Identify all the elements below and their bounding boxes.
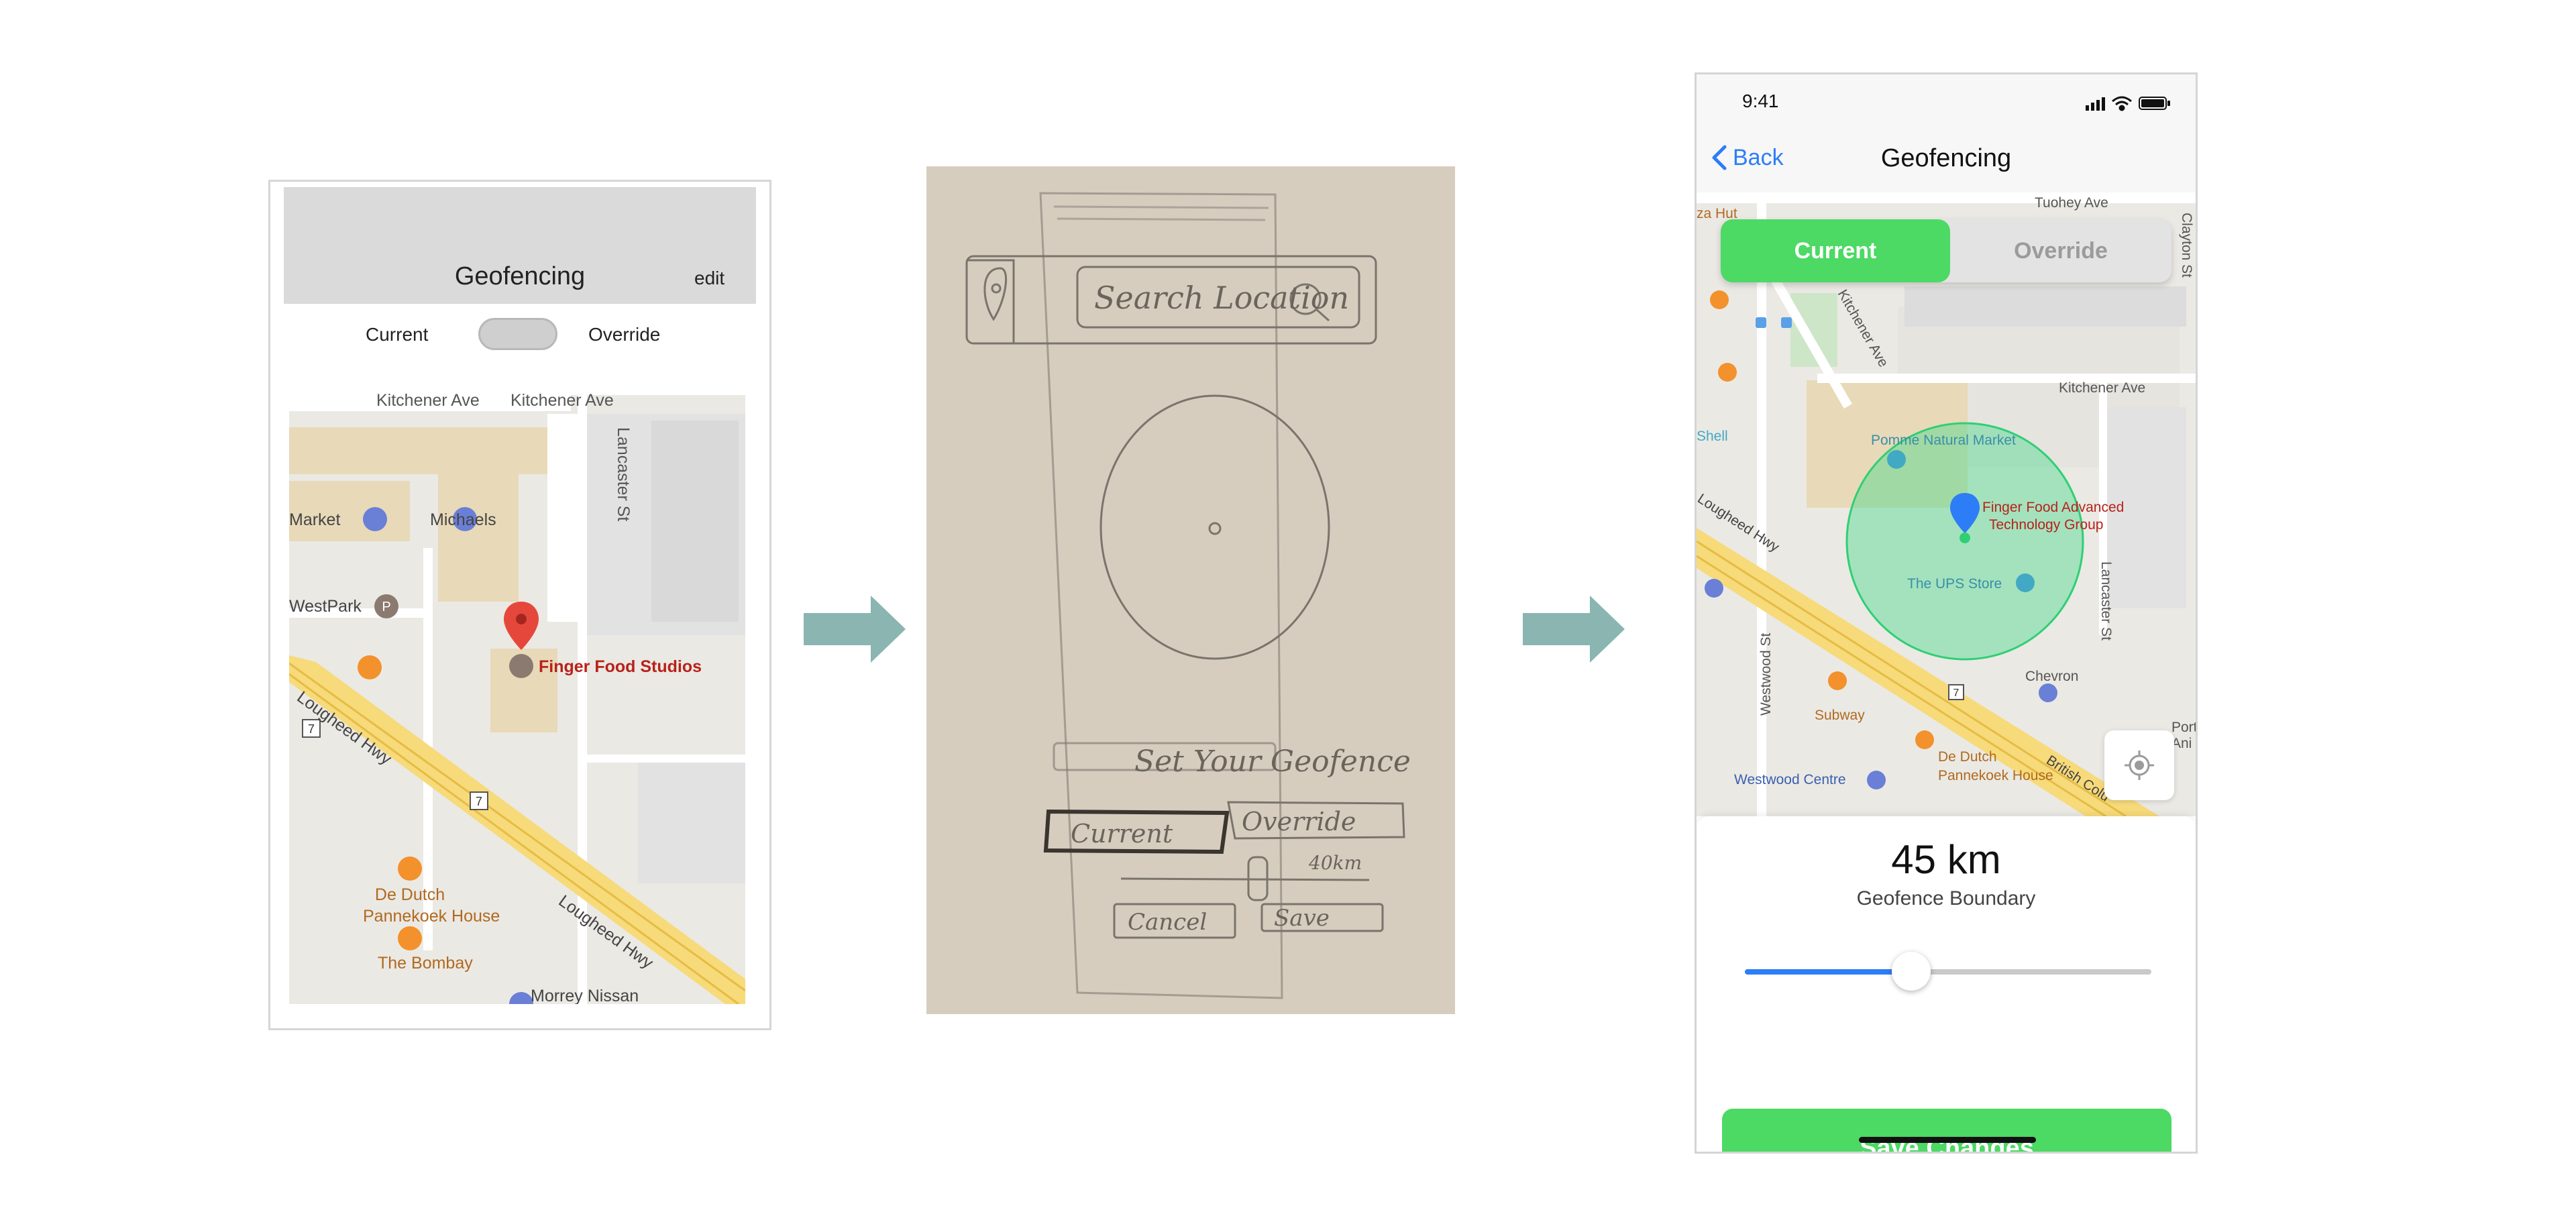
highway-shield: 7 [1953,687,1960,699]
wifi-icon [2112,96,2132,111]
boundary-sheet: 45 km Geofence Boundary Save Changes [1697,816,2196,1152]
place-label: The Bombay [378,954,473,973]
restaurant-icon [1915,730,1934,749]
slider-thumb[interactable] [1892,952,1931,991]
nav-bar: 9:41 Back Geofencing [1697,74,2196,192]
locate-button[interactable] [2104,730,2174,800]
place-label: Morrey Nissan [531,987,639,1004]
street-label: Westwood St [1758,633,1774,716]
place-label: Pannekoek House [1938,768,2053,783]
place-label: Pomme Natural Market [1871,433,2016,448]
sketch-set-label: Set Your Geofence [1134,744,1411,779]
sketch-distance-label: 40km [1308,852,1362,874]
shopping-icon [363,507,387,531]
wireframe-toggle[interactable] [478,318,557,350]
wireframe-map[interactable]: P 7 7 Kitchener Ave Kitchener Ave Market… [289,387,745,1004]
place-label: Ani [2171,736,2192,751]
boundary-label: Geofence Boundary [1856,887,2036,909]
place-label: Subway [1815,708,1865,723]
place-label: Finger Food Advanced [1982,500,2124,515]
wireframe-override-label: Override [588,324,661,345]
signal-icon [2086,97,2105,111]
restaurant-icon [1828,671,1847,690]
place-label: Shell [1697,429,1728,444]
mode-segmented-control: Current Override [1721,219,2171,282]
wireframe-edit-button[interactable]: edit [694,268,724,289]
place-label: Pannekoek House [363,907,500,926]
restaurant-icon [398,856,422,881]
status-time: 9:41 [1742,91,1779,111]
arrow-right-icon [1523,596,1625,663]
home-indicator [1859,1137,2036,1143]
place-label: Finger Food Studios [539,657,702,676]
mockup-phone: 7 Tuohey Ave Kitchener Ave Clayton St Ki… [1695,72,2198,1154]
sketch-search-label: Search Location [1094,280,1349,316]
tab-current[interactable]: Current [1721,219,1950,282]
highway-shield: 7 [308,722,315,736]
street-label: Clayton St [2179,213,2194,278]
map-pin-icon [504,602,539,650]
arrow-right-icon [804,596,906,663]
street-label: Kitchener Ave [2059,380,2145,396]
wireframe-panel: Geofencing edit Current Override P 7 7 K… [268,180,771,1030]
locate-icon [2125,751,2154,780]
status-icons [2086,96,2170,111]
place-label: Chevron [2025,669,2078,684]
svg-text:P: P [382,600,390,614]
street-label: Lancaster St [614,427,633,521]
page-title: Geofencing [1880,144,2012,172]
sketch-current-label: Current [1071,819,1173,848]
place-label: De Dutch [1938,749,1997,765]
wireframe-current-label: Current [366,324,429,345]
sketch-panel: Search Location Set Your Geofence Curren… [926,166,1455,1014]
restaurant-icon [358,655,382,679]
geofence-map-svg: 7 Tuohey Ave Kitchener Ave Clayton St Ki… [1697,192,2196,816]
place-label: Port [2171,720,2196,735]
restaurant-icon [1718,363,1737,382]
street-label: Kitchener Ave [511,391,614,410]
place-label: WestPark [289,597,362,616]
shopping-icon [1867,771,1886,789]
place-label: The UPS Store [1907,576,2002,592]
sketch-drawing: Search Location Set Your Geofence Curren… [965,192,1411,999]
boundary-value: 45 km [1891,837,2001,882]
street-label: Lancaster St [2098,561,2114,641]
wireframe-header: Geofencing edit [284,187,756,304]
place-label: Technology Group [1989,517,2103,533]
place-label: Westwood Centre [1734,772,1846,787]
wireframe-title: Geofencing [454,262,586,290]
sketch-override-label: Override [1242,807,1356,836]
street-label: Tuohey Ave [2035,195,2108,211]
highway-shield: 7 [476,795,482,808]
boundary-slider[interactable] [1745,952,2151,991]
tab-override[interactable]: Override [1950,219,2171,282]
slider-fill [1745,969,1912,975]
sketch-save-label: Save [1274,905,1330,932]
place-label: Market [289,510,340,529]
place-label: Michaels [430,510,496,529]
battery-icon [2139,97,2170,110]
shopping-icon [2039,683,2057,702]
shopping-icon [1705,579,1723,598]
street-label: Kitchener Ave [376,391,480,410]
place-label: De Dutch [375,885,445,904]
restaurant-icon [398,926,422,950]
shopping-icon [1887,450,1906,469]
save-changes-button[interactable]: Save Changes [1722,1109,2171,1152]
geofence-map[interactable]: 7 Tuohey Ave Kitchener Ave Clayton St Ki… [1697,192,2196,816]
sketch-cancel-label: Cancel [1128,909,1207,936]
wireframe-map-svg: P 7 7 Kitchener Ave Kitchener Ave Market… [289,387,745,1004]
restaurant-icon [1710,290,1729,309]
